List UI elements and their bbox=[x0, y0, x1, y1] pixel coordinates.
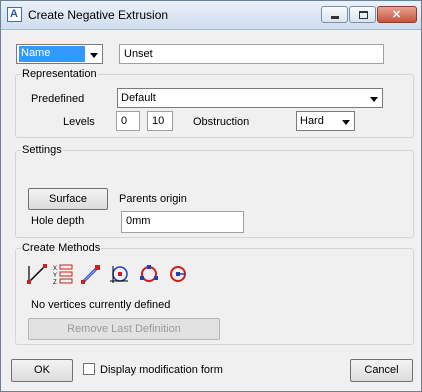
cancel-button[interactable]: Cancel bbox=[350, 359, 413, 382]
levels-label: Levels bbox=[63, 116, 95, 128]
obstruction-value: Hard bbox=[300, 115, 324, 127]
predefined-label: Predefined bbox=[31, 93, 85, 105]
obstruction-dropdown[interactable]: Hard bbox=[296, 111, 355, 131]
chevron-down-icon bbox=[370, 97, 378, 102]
settings-group-label: Settings bbox=[21, 144, 63, 156]
hole-depth-label: Hole depth bbox=[31, 215, 85, 227]
xyz-coordinates-icon[interactable]: X Y Z bbox=[53, 264, 73, 284]
circle-center-icon[interactable] bbox=[168, 264, 188, 284]
title-bar[interactable]: Create Negative Extrusion bbox=[1, 1, 421, 30]
dialog-window: Create Negative Extrusion Name Unset Rep… bbox=[0, 0, 422, 392]
ok-button[interactable]: OK bbox=[11, 359, 73, 382]
display-form-checkbox[interactable] bbox=[83, 363, 95, 375]
chevron-down-icon bbox=[90, 53, 98, 58]
chevron-down-icon bbox=[342, 120, 350, 125]
surface-button[interactable]: Surface bbox=[28, 188, 108, 210]
line-icon[interactable] bbox=[27, 264, 47, 284]
name-selector-dropdown[interactable]: Name bbox=[16, 44, 103, 64]
svg-text:Z: Z bbox=[53, 280, 57, 284]
window-title: Create Negative Extrusion bbox=[28, 8, 169, 22]
circle-tangent-icon[interactable] bbox=[109, 264, 129, 284]
display-form-label: Display modification form bbox=[100, 364, 223, 376]
vertices-status: No vertices currently defined bbox=[31, 299, 171, 311]
predefined-value: Default bbox=[121, 92, 156, 104]
minimize-button[interactable] bbox=[321, 6, 348, 23]
svg-text:X: X bbox=[53, 266, 57, 272]
remove-last-definition-button[interactable]: Remove Last Definition bbox=[28, 318, 220, 340]
close-button[interactable] bbox=[377, 6, 417, 23]
name-field[interactable]: Unset bbox=[119, 44, 384, 64]
create-methods-group-label: Create Methods bbox=[21, 242, 102, 254]
level-min-field[interactable]: 0 bbox=[116, 111, 140, 131]
name-selector-value: Name bbox=[19, 46, 85, 62]
level-max-field[interactable]: 10 bbox=[147, 111, 173, 131]
pick-point-icon[interactable] bbox=[81, 264, 101, 284]
obstruction-label: Obstruction bbox=[193, 116, 250, 128]
maximize-button[interactable] bbox=[349, 6, 376, 23]
app-icon bbox=[7, 7, 22, 22]
circle-three-point-icon[interactable] bbox=[139, 264, 159, 284]
hole-depth-field[interactable]: 0mm bbox=[121, 211, 244, 233]
representation-group-label: Representation bbox=[21, 68, 98, 80]
svg-text:Y: Y bbox=[53, 273, 57, 279]
predefined-dropdown[interactable]: Default bbox=[117, 88, 383, 108]
parents-origin-label: Parents origin bbox=[119, 193, 187, 205]
